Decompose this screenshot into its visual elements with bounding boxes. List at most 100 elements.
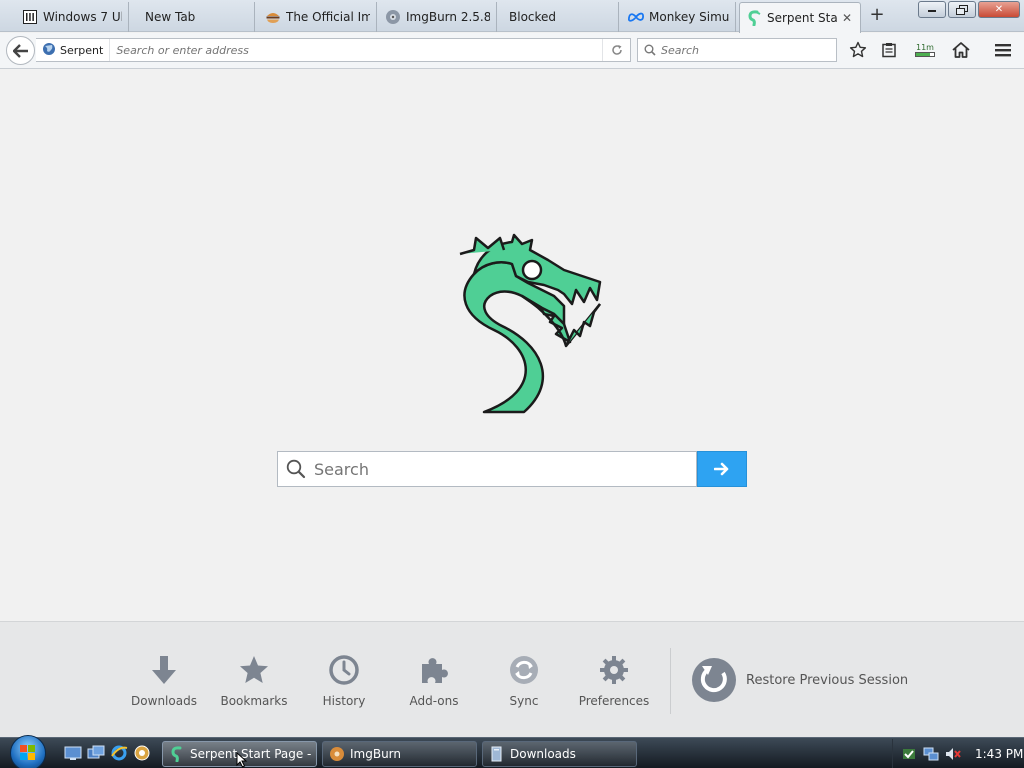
address-input[interactable] bbox=[110, 39, 602, 61]
window-controls: ✕ bbox=[916, 1, 1020, 18]
launcher-label: Preferences bbox=[578, 694, 650, 708]
system-tray: 1:43 PM bbox=[892, 739, 1024, 768]
star-icon bbox=[849, 41, 867, 58]
media-player-icon[interactable] bbox=[133, 744, 151, 762]
tab-strip: Windows 7 Ult New Tab The Official Im Im… bbox=[0, 0, 1024, 33]
clock-icon bbox=[326, 652, 362, 688]
taskbar-label: ImgBurn bbox=[350, 747, 402, 761]
site-identity[interactable]: Serpent bbox=[36, 39, 111, 61]
serpent-logo bbox=[459, 233, 602, 414]
restore-session-button[interactable]: Restore Previous Session bbox=[690, 656, 908, 704]
taskbar-label: Serpent Start Page - ... bbox=[190, 747, 317, 761]
serpent-favicon bbox=[746, 10, 762, 26]
launcher-addons[interactable]: Add-ons bbox=[389, 652, 479, 712]
imgburn-favicon bbox=[385, 9, 401, 25]
launcher-sync[interactable]: Sync bbox=[479, 652, 569, 712]
internet-explorer-icon[interactable] bbox=[110, 744, 128, 762]
mouse-cursor-icon bbox=[236, 752, 248, 768]
start-page bbox=[0, 70, 1024, 621]
archive-icon bbox=[22, 9, 38, 25]
tab-imgburn[interactable]: ImgBurn 2.5.8 bbox=[379, 2, 497, 32]
clock[interactable]: 1:43 PM bbox=[975, 747, 1023, 761]
imgburn-icon bbox=[329, 746, 345, 762]
launcher-preferences[interactable]: Preferences bbox=[569, 652, 659, 712]
restore-session-icon bbox=[692, 658, 736, 702]
windows-logo-icon bbox=[20, 745, 35, 760]
search-icon bbox=[644, 44, 656, 56]
tab-new-tab[interactable]: New Tab bbox=[137, 2, 255, 32]
arrow-right-icon bbox=[714, 462, 729, 476]
launcher-history[interactable]: History bbox=[299, 652, 389, 712]
tab-label: The Official Im bbox=[286, 10, 370, 24]
tab-monkey[interactable]: Monkey Simul bbox=[622, 2, 736, 32]
taskbar-downloads[interactable]: Downloads bbox=[482, 741, 637, 767]
clipboard-icon bbox=[882, 43, 896, 58]
search-icon bbox=[286, 459, 306, 479]
show-desktop-icon[interactable] bbox=[64, 744, 82, 762]
download-progress-icon bbox=[915, 52, 935, 57]
network-icon[interactable] bbox=[923, 746, 939, 762]
launcher-downloads[interactable]: Downloads bbox=[119, 652, 209, 712]
bookmark-star-button[interactable] bbox=[845, 38, 871, 62]
globe-icon bbox=[42, 42, 56, 59]
security-check-icon[interactable] bbox=[901, 746, 917, 762]
reload-button[interactable] bbox=[602, 39, 630, 61]
tab-blocked[interactable]: Blocked bbox=[501, 2, 619, 32]
navigation-toolbar: Serpent 11m bbox=[0, 33, 1024, 69]
start-search-form bbox=[277, 451, 747, 487]
launcher-label: Add-ons bbox=[409, 694, 459, 708]
restore-session-label: Restore Previous Session bbox=[746, 672, 909, 688]
downloads-badge: 11m bbox=[916, 43, 934, 52]
switch-windows-icon[interactable] bbox=[87, 744, 105, 762]
maximize-button[interactable] bbox=[948, 1, 976, 18]
start-search-input[interactable] bbox=[306, 452, 696, 486]
close-window-button[interactable]: ✕ bbox=[978, 1, 1020, 18]
back-arrow-icon bbox=[12, 43, 28, 58]
home-button[interactable] bbox=[948, 38, 974, 62]
launcher-label: Downloads bbox=[131, 694, 197, 708]
tab-label: Serpent Sta bbox=[767, 11, 838, 25]
serpent-icon bbox=[169, 746, 185, 762]
tab-label: Blocked bbox=[509, 10, 557, 24]
identity-label: Serpent bbox=[60, 43, 104, 57]
hamburger-menu-icon bbox=[995, 44, 1011, 57]
tab-label: ImgBurn 2.5.8 bbox=[406, 10, 490, 24]
tab-official[interactable]: The Official Im bbox=[259, 2, 377, 32]
start-search-field[interactable] bbox=[277, 451, 697, 487]
tab-label: Windows 7 Ult bbox=[43, 10, 122, 24]
launcher-label: Sync bbox=[509, 694, 539, 708]
tab-windows7[interactable]: Windows 7 Ult bbox=[16, 2, 129, 32]
home-icon bbox=[952, 42, 970, 58]
download-arrow-icon bbox=[146, 652, 182, 688]
search-submit-button[interactable] bbox=[697, 451, 747, 487]
launcher-label: Bookmarks bbox=[220, 694, 288, 708]
reading-list-button[interactable] bbox=[876, 38, 902, 62]
folder-icon bbox=[489, 746, 505, 762]
taskbar-imgburn[interactable]: ImgBurn bbox=[322, 741, 477, 767]
downloads-button[interactable]: 11m bbox=[911, 38, 939, 62]
reload-icon bbox=[611, 45, 622, 55]
gear-icon bbox=[596, 652, 632, 688]
taskbar-label: Downloads bbox=[510, 747, 576, 761]
browser-screen: Windows 7 Ult New Tab The Official Im Im… bbox=[0, 0, 1024, 768]
back-button[interactable] bbox=[6, 36, 35, 65]
minimize-button[interactable] bbox=[918, 1, 946, 18]
url-bar[interactable]: Serpent bbox=[36, 38, 631, 62]
search-bar[interactable] bbox=[637, 38, 837, 62]
launcher-bar: Downloads Bookmarks History Add-ons Sync bbox=[0, 621, 1024, 737]
volume-muted-icon[interactable] bbox=[945, 746, 961, 762]
new-tab-button[interactable]: + bbox=[866, 5, 888, 27]
start-button[interactable] bbox=[10, 735, 46, 768]
launcher-divider bbox=[670, 648, 671, 714]
close-icon[interactable]: ✕ bbox=[840, 11, 854, 25]
burger-favicon bbox=[265, 9, 281, 25]
tab-label: Monkey Simul bbox=[649, 10, 729, 24]
tab-serpent[interactable]: Serpent Sta ✕ bbox=[739, 2, 861, 33]
launcher-bookmarks[interactable]: Bookmarks bbox=[209, 652, 299, 712]
menu-button[interactable] bbox=[990, 38, 1016, 62]
sync-icon bbox=[506, 652, 542, 688]
launcher-label: History bbox=[322, 694, 366, 708]
puzzle-icon bbox=[416, 652, 452, 688]
search-input[interactable] bbox=[656, 39, 836, 61]
tab-label: New Tab bbox=[145, 10, 196, 24]
